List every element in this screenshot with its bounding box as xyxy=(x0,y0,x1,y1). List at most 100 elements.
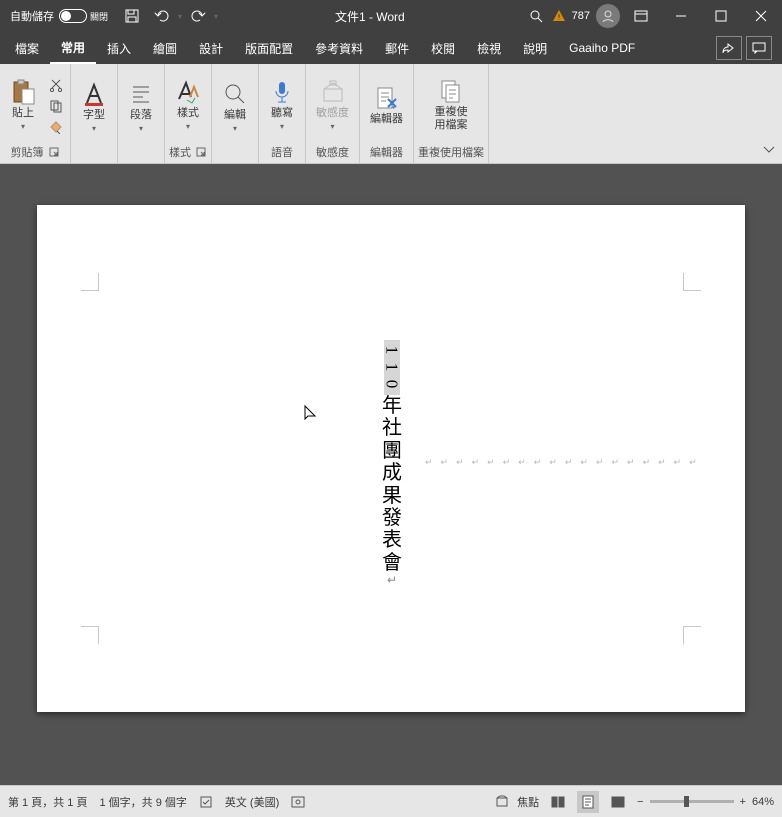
tab-home[interactable]: 常用 xyxy=(50,33,96,64)
margin-mark xyxy=(683,626,701,644)
document-title: 文件1 - Word xyxy=(218,8,522,25)
chevron-down-icon: ▾ xyxy=(186,122,190,131)
tab-gaaiho[interactable]: Gaaiho PDF xyxy=(558,35,646,61)
warning-icon xyxy=(552,9,566,23)
paragraph-mark-icon: ↵ xyxy=(387,574,397,587)
group-editor: 編輯器 編輯器 xyxy=(360,64,414,163)
editing-button[interactable]: 編輯 ▾ xyxy=(216,79,254,135)
styles-launcher[interactable] xyxy=(195,146,207,158)
redo-button[interactable] xyxy=(184,2,212,30)
print-layout-button[interactable] xyxy=(577,791,599,813)
tab-view[interactable]: 檢視 xyxy=(466,34,512,63)
search-button[interactable] xyxy=(522,2,550,30)
reuse-label: 重複使用檔案 xyxy=(434,106,468,131)
paragraph-button[interactable]: 段落 ▾ xyxy=(122,79,160,135)
font-button[interactable]: 字型 ▾ xyxy=(75,79,113,135)
chevron-down-icon: ▾ xyxy=(280,122,284,131)
page[interactable]: 110 年 社 團 成 果 發 表 會 ↵ ↵↵↵↵↵↵↵↵↵↵↵↵↵↵↵↵↵↵… xyxy=(37,205,745,712)
editor-button[interactable]: 編輯器 xyxy=(364,83,409,128)
clipboard-launcher[interactable] xyxy=(48,146,60,158)
format-painter-button[interactable] xyxy=(46,118,66,136)
group-sensitivity: 敏感度 ▾ 敏感度 xyxy=(306,64,360,163)
toggle-off-icon xyxy=(59,9,87,23)
web-layout-button[interactable] xyxy=(607,791,629,813)
spellcheck-button[interactable] xyxy=(199,795,213,809)
save-button[interactable] xyxy=(118,2,146,30)
notification-count[interactable]: 787 xyxy=(568,10,594,22)
language-indicator[interactable]: 英文 (美國) xyxy=(225,794,279,810)
dictate-group-label: 語音 xyxy=(271,144,293,160)
close-button[interactable] xyxy=(742,0,780,32)
vertical-text-line: 年 xyxy=(382,395,402,417)
styles-label: 樣式 xyxy=(177,107,199,120)
autosave-label: 自動儲存 xyxy=(10,8,54,24)
zoom-slider[interactable] xyxy=(650,800,734,803)
display-settings-button[interactable] xyxy=(495,795,509,809)
word-count[interactable]: 1 個字，共 9 個字 xyxy=(99,794,186,810)
tab-layout[interactable]: 版面配置 xyxy=(234,34,304,63)
document-text[interactable]: 110 年 社 團 成 果 發 表 會 ↵ xyxy=(382,340,402,588)
zoom-level[interactable]: 64% xyxy=(752,796,774,808)
cursor-icon xyxy=(303,404,317,427)
tab-insert[interactable]: 插入 xyxy=(96,34,142,63)
read-mode-button[interactable] xyxy=(547,791,569,813)
collapse-ribbon-button[interactable] xyxy=(762,142,776,160)
sensitivity-group-label: 敏感度 xyxy=(316,144,349,160)
editor-group-label: 編輯器 xyxy=(370,144,403,160)
paste-button[interactable]: 貼上 ▾ xyxy=(4,77,42,133)
undo-button[interactable] xyxy=(148,2,176,30)
tab-help[interactable]: 說明 xyxy=(512,34,558,63)
autosave-toggle[interactable]: 自動儲存 關閉 xyxy=(4,8,116,24)
dictate-button[interactable]: 聽寫 ▾ xyxy=(263,77,301,133)
margin-mark xyxy=(683,273,701,291)
undo-dropdown[interactable]: ▾ xyxy=(178,12,182,21)
group-paragraph: 段落 ▾ xyxy=(118,64,165,163)
ribbon-options-button[interactable] xyxy=(622,0,660,32)
tab-review[interactable]: 校閱 xyxy=(420,34,466,63)
minimize-button[interactable] xyxy=(662,0,700,32)
share-button[interactable] xyxy=(716,36,742,60)
title-bar: 自動儲存 關閉 ▾ ▾ 文件1 - Word 787 xyxy=(0,0,782,32)
paragraph-label: 段落 xyxy=(130,109,152,122)
styles-group-label: 樣式 xyxy=(169,144,191,160)
chevron-down-icon: ▾ xyxy=(233,124,237,133)
group-clipboard: 貼上 ▾ 剪貼簿 xyxy=(0,64,71,163)
ribbon: 貼上 ▾ 剪貼簿 字型 ▾ 段落 xyxy=(0,64,782,164)
tab-mailings[interactable]: 郵件 xyxy=(374,34,420,63)
status-bar: 第 1 頁，共 1 頁 1 個字，共 9 個字 英文 (美國) 焦點 − + 6… xyxy=(0,785,782,817)
copy-button[interactable] xyxy=(46,97,66,115)
tab-file[interactable]: 檔案 xyxy=(4,34,50,63)
margin-mark xyxy=(81,273,99,291)
comments-button[interactable] xyxy=(746,36,772,60)
reuse-group-label: 重複使用檔案 xyxy=(418,144,484,160)
zoom-in-button[interactable]: + xyxy=(740,796,746,808)
focus-mode-button[interactable]: 焦點 xyxy=(517,794,539,810)
group-dictate: 聽寫 ▾ 語音 xyxy=(259,64,306,163)
zoom-control: − + 64% xyxy=(637,796,774,808)
maximize-button[interactable] xyxy=(702,0,740,32)
chevron-down-icon: ▾ xyxy=(330,122,334,131)
cut-button[interactable] xyxy=(46,76,66,94)
document-area[interactable]: 110 年 社 團 成 果 發 表 會 ↵ ↵↵↵↵↵↵↵↵↵↵↵↵↵↵↵↵↵↵… xyxy=(0,164,782,785)
zoom-thumb[interactable] xyxy=(684,796,689,807)
dictate-label: 聽寫 xyxy=(271,107,293,120)
chevron-down-icon: ▾ xyxy=(21,122,25,131)
tab-references[interactable]: 參考資料 xyxy=(304,34,374,63)
formatting-marks: ↵↵↵↵↵↵↵↵↵↵↵↵↵↵↵↵↵↵↵↵↵↵↵↵ xyxy=(425,457,701,468)
zoom-out-button[interactable]: − xyxy=(637,796,643,808)
page-indicator[interactable]: 第 1 頁，共 1 頁 xyxy=(8,794,87,810)
account-button[interactable] xyxy=(596,4,620,28)
group-styles: 樣式 ▾ 樣式 xyxy=(165,64,212,163)
editing-label: 編輯 xyxy=(224,109,246,122)
tab-draw[interactable]: 繪圖 xyxy=(142,34,188,63)
highlighted-number: 110 xyxy=(384,340,400,395)
group-reuse: 重複使用檔案 重複使用檔案 xyxy=(414,64,489,163)
sensitivity-label: 敏感度 xyxy=(316,107,349,120)
macro-button[interactable] xyxy=(291,796,305,808)
toggle-state: 關閉 xyxy=(90,10,108,23)
sensitivity-button: 敏感度 ▾ xyxy=(310,77,355,133)
paste-label: 貼上 xyxy=(12,107,34,120)
reuse-files-button[interactable]: 重複使用檔案 xyxy=(428,76,474,133)
styles-button[interactable]: 樣式 ▾ xyxy=(169,77,207,133)
tab-design[interactable]: 設計 xyxy=(188,34,234,63)
